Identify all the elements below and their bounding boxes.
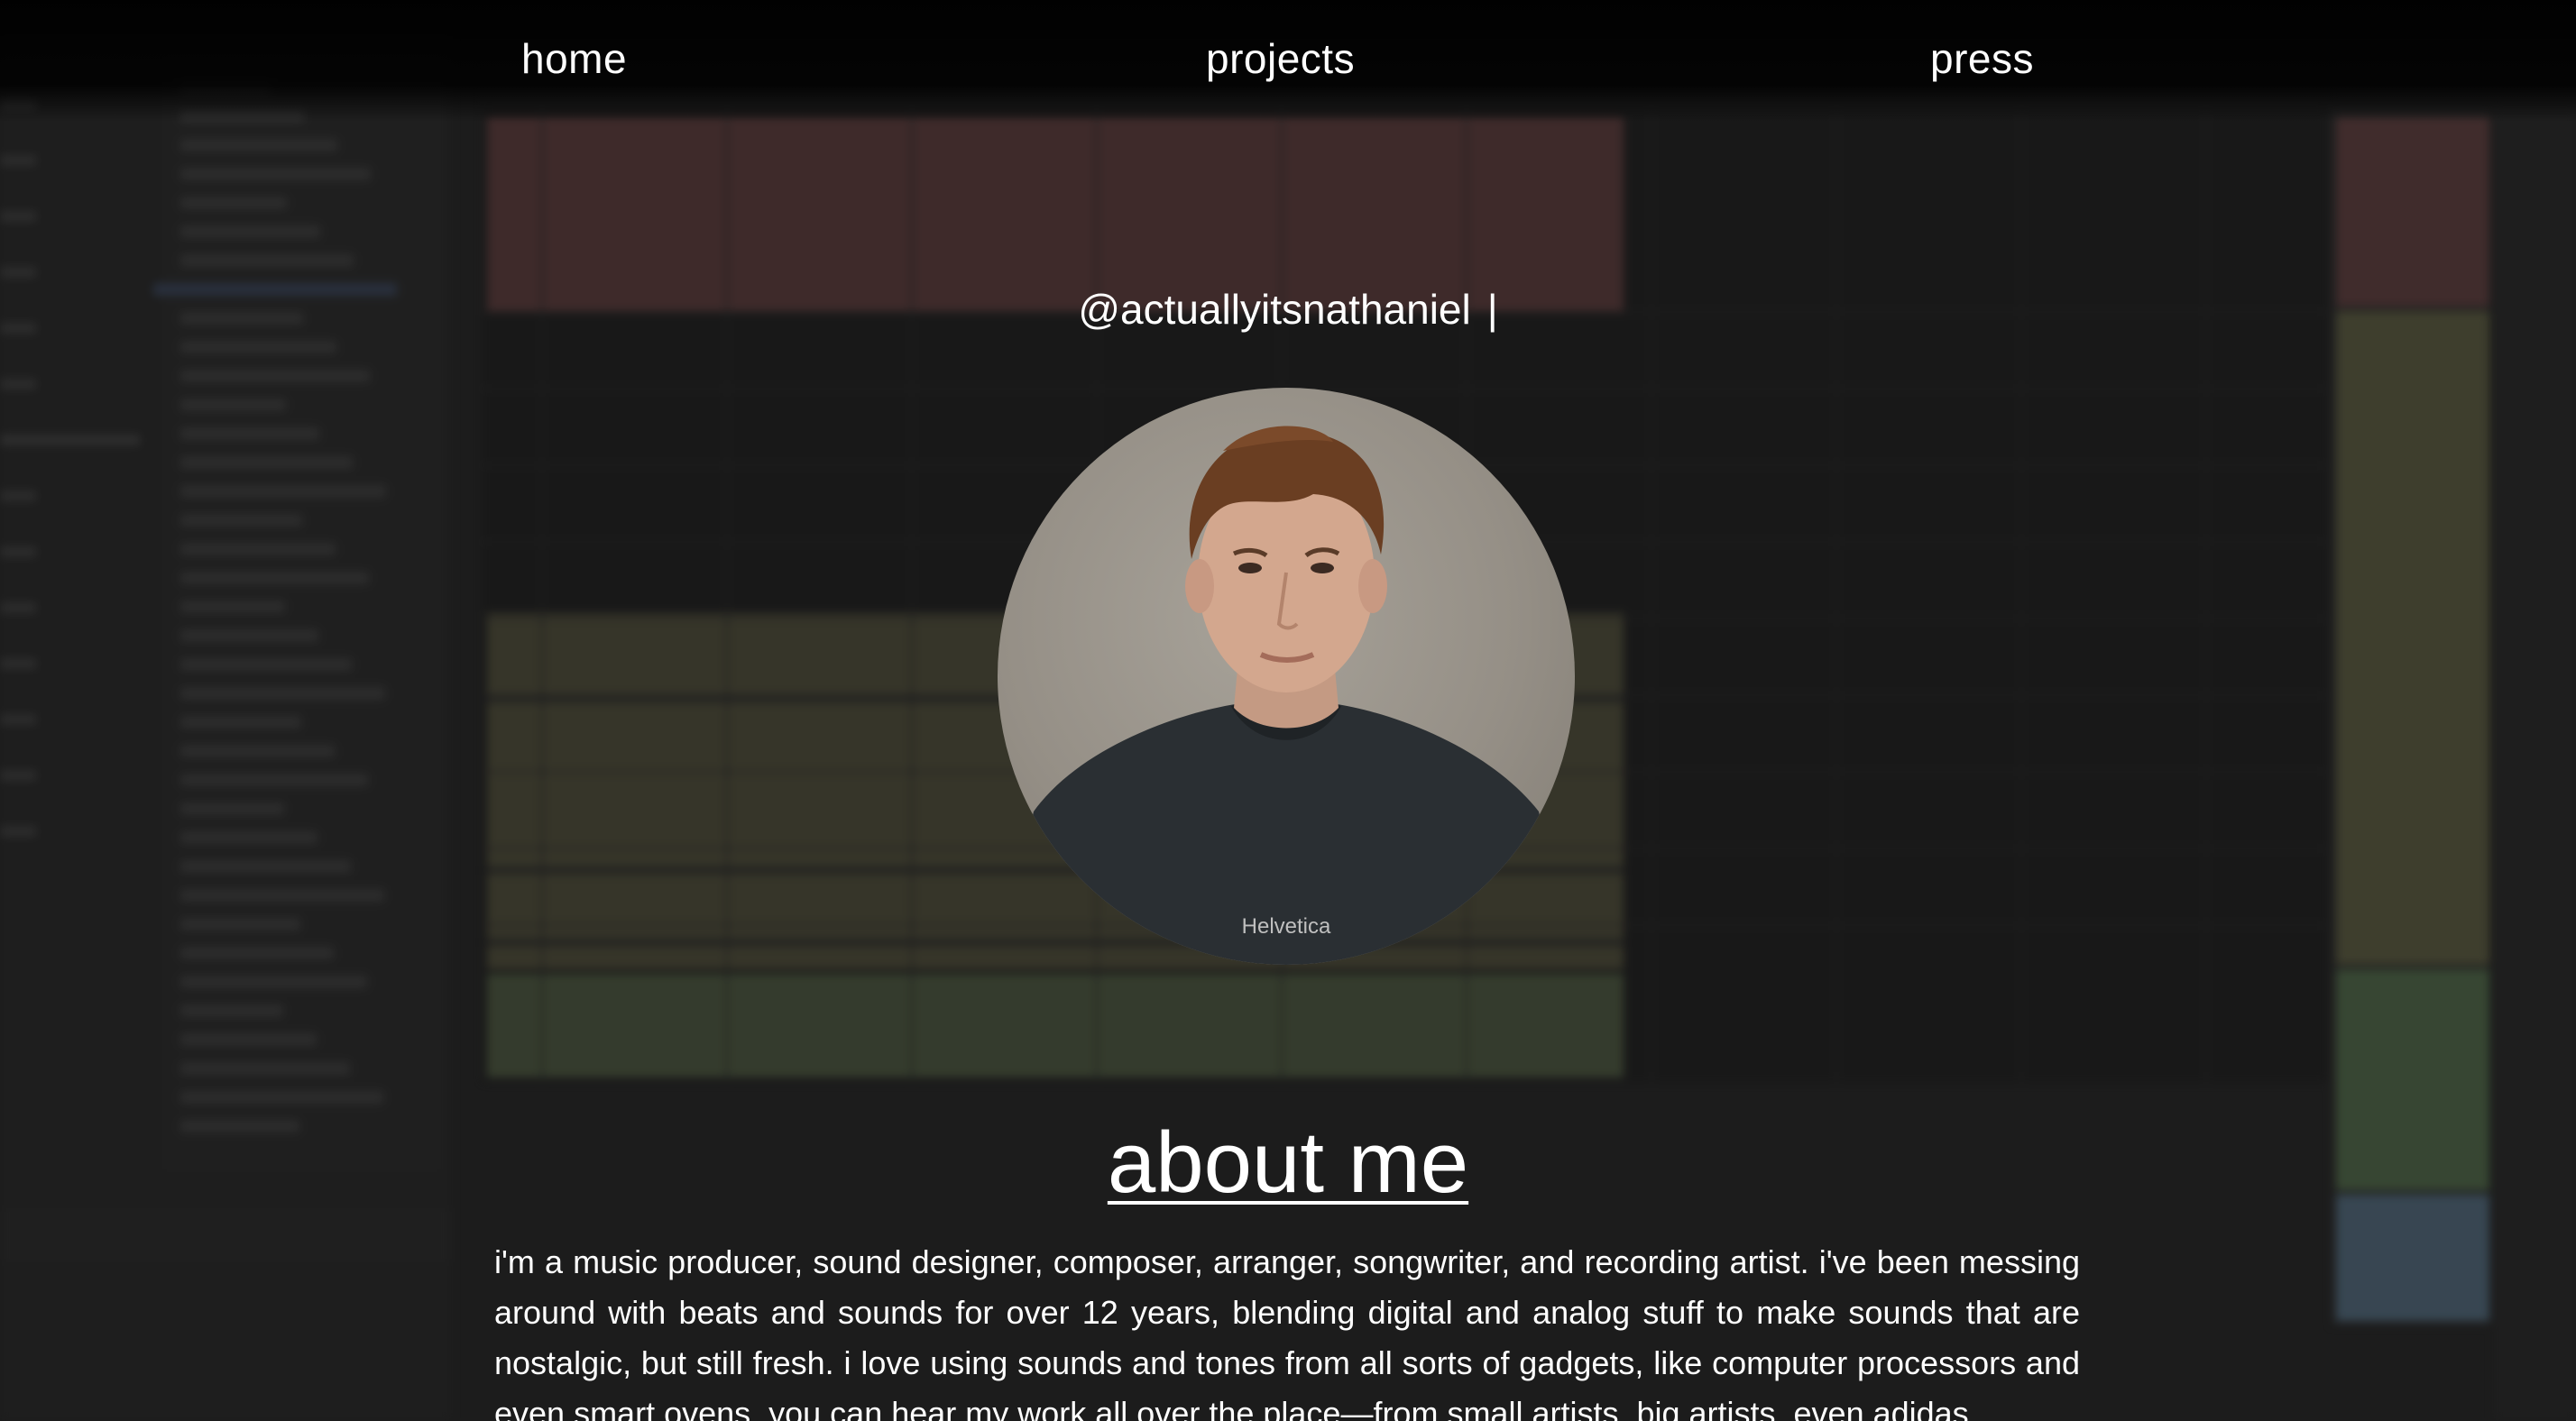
bg-browser-row [180,399,286,411]
bg-browser-row [180,947,334,959]
bg-mixer-blue [2336,1195,2489,1321]
bg-browser-row [180,716,301,729]
bg-browser-row [180,139,337,151]
bg-browser-row [180,745,335,757]
bg-clip-red [487,117,1624,311]
bg-browser-row [180,168,371,180]
bg-browser-row [180,629,318,642]
bg-left-row [0,770,36,781]
bg-browser-row [180,802,284,815]
bg-bottom-bar [0,1208,451,1262]
bg-grid-line [726,108,728,1082]
page: home projects press @actuallyitsnathanie… [0,0,2576,1421]
bg-browser-row [180,774,368,786]
nav-press-link[interactable]: press [1930,34,2034,83]
bg-left-row [0,435,140,445]
bg-track-separator [483,388,2327,390]
bg-left-row [0,379,36,390]
bg-browser-row [180,427,319,440]
bg-grid-line [1835,108,1837,1082]
bg-browser-row [180,514,302,527]
bg-browser-row [180,572,369,584]
bg-browser-row [180,889,384,902]
bg-browser-row [180,976,367,988]
bg-browser-row [180,341,336,353]
bg-left-row [0,490,36,501]
bg-left-row [0,267,36,278]
bg-browser-row [180,1004,283,1017]
about-paragraph: i'm a music producer, sound designer, co… [494,1243,2080,1421]
bg-browser-row [180,1062,350,1075]
bg-browser-row [180,456,353,469]
bg-grid-line [541,108,543,1082]
bg-clip-green [487,974,1624,1077]
bg-browser-row [180,687,385,700]
shirt-text: Helvetica [1242,914,1331,939]
bg-browser-row [180,485,386,498]
nav-projects-link[interactable]: projects [1206,34,1355,83]
bg-left-row [0,714,36,725]
bg-browser-row [180,197,287,209]
avatar: Helvetica [998,388,1575,965]
social-handle: @actuallyitsnathaniel | [0,285,2576,334]
bg-browser-row [180,1091,383,1104]
bg-browser-row [180,370,370,382]
bg-grid-line [2020,108,2022,1082]
bg-waveform [487,938,1624,947]
bg-left-row [0,155,36,166]
handle-text: @actuallyitsnathaniel [1078,286,1471,333]
about-heading: about me [1107,1114,1469,1211]
bg-grid-line [1651,108,1652,1082]
avatar-portrait: Helvetica [998,426,1575,965]
bg-mixer-olive [2336,311,2489,965]
bg-browser-row [180,860,351,873]
bg-browser-row [180,225,320,238]
bg-browser-row [180,831,317,844]
bg-grid-line [911,108,913,1082]
bg-left-row [0,602,36,613]
bg-browser-row [180,543,336,555]
nav-home-link[interactable]: home [521,34,627,83]
bg-mixer-red [2336,117,2489,307]
top-nav: home projects press [0,0,2576,122]
bg-left-row [0,211,36,222]
bg-browser-row [180,1033,317,1046]
bg-grid-line [2205,108,2207,1082]
bg-browser-row [180,254,354,267]
bg-left-row [0,546,36,557]
bg-browser-row [180,600,285,613]
bg-left-row [0,658,36,669]
bg-browser-row [180,918,300,931]
bg-browser-row [180,658,352,671]
typing-cursor: | [1486,286,1498,333]
bg-left-row [0,826,36,837]
